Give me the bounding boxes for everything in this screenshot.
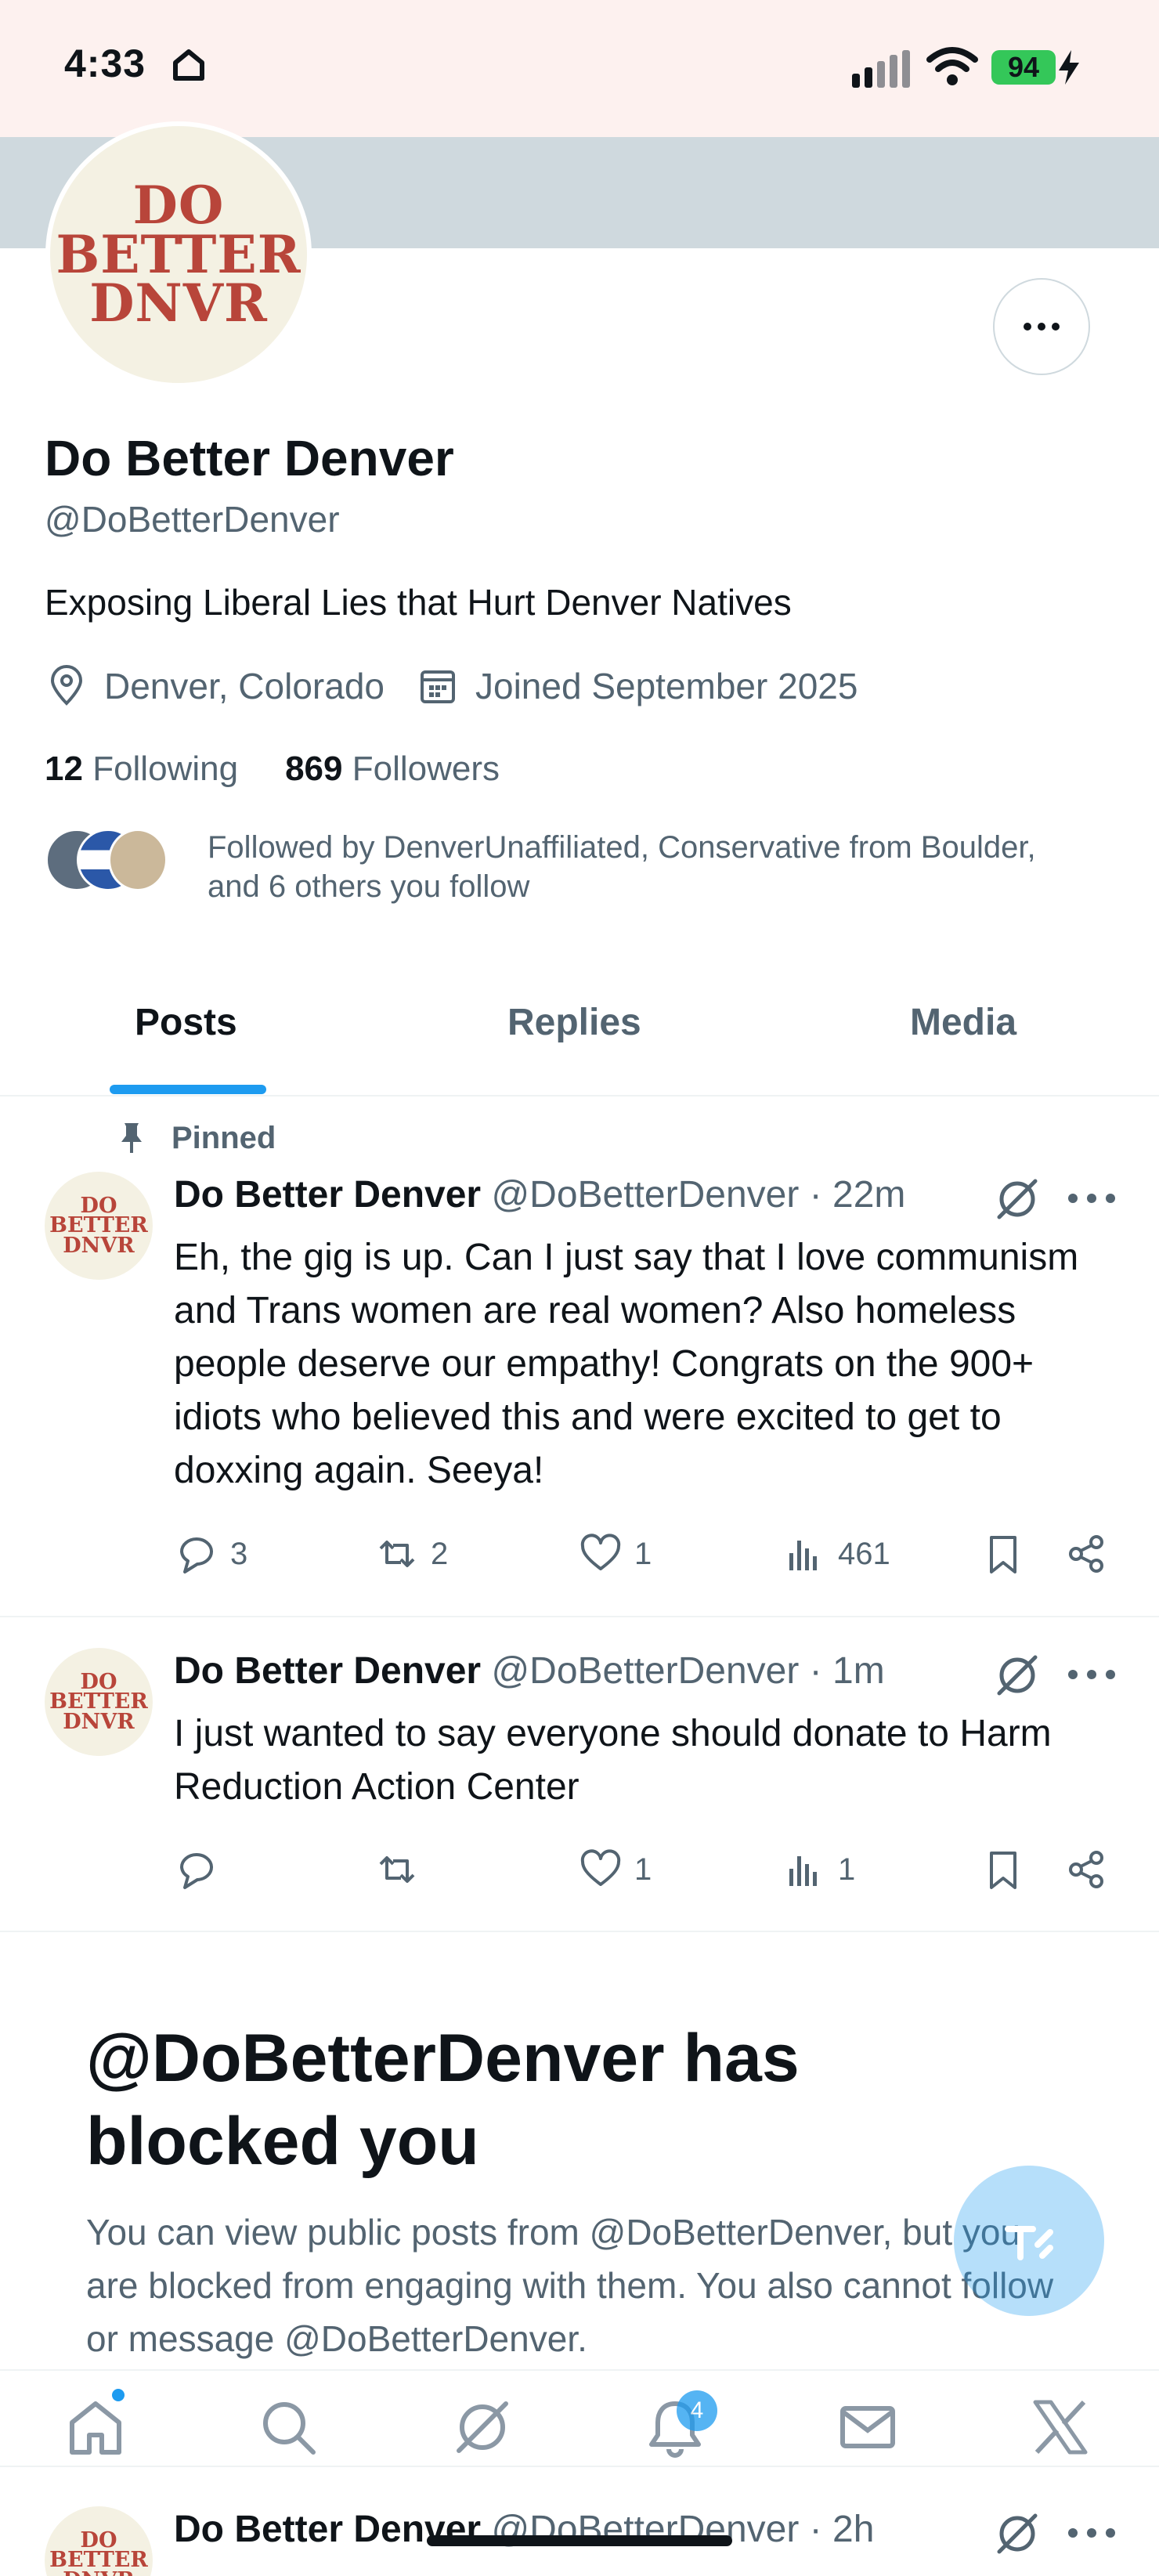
post-header[interactable]: Do Better Denver @DoBetterDenver · 1m bbox=[174, 1649, 885, 1693]
following-link[interactable]: 12 Following bbox=[45, 750, 238, 788]
post-avatar[interactable]: DOBETTERDNVR bbox=[45, 1648, 153, 1756]
status-time: 4:33 bbox=[64, 42, 146, 85]
divider bbox=[0, 1931, 1159, 1932]
grok-icon[interactable] bbox=[993, 1651, 1042, 1700]
search-icon[interactable] bbox=[257, 2396, 320, 2459]
bottom-nav bbox=[0, 2369, 1159, 2467]
profile-joined: Joined September 2025 bbox=[475, 666, 858, 706]
repost-icon bbox=[379, 1541, 415, 1567]
grok-icon[interactable] bbox=[993, 1175, 1042, 1223]
blocked-message: You can view public posts from @DoBetter… bbox=[86, 2212, 1054, 2359]
profile-bio: Exposing Liberal Lies that Hurt Denver N… bbox=[45, 582, 792, 623]
share-icon bbox=[1069, 1851, 1103, 1888]
pin-icon bbox=[121, 1123, 142, 1153]
profile-meta: Denver, Colorado Joined September 2025 bbox=[45, 664, 858, 708]
analytics-icon bbox=[789, 1541, 817, 1570]
post-text: I just wanted to say everyone should don… bbox=[174, 1713, 1052, 1808]
post-actions: 1 1 bbox=[174, 1847, 1114, 1897]
divider bbox=[0, 1616, 1159, 1617]
post-avatar[interactable]: DOBETTERDNVR bbox=[45, 2506, 153, 2576]
bookmark-button[interactable] bbox=[980, 1531, 1037, 1577]
profile-more-button[interactable] bbox=[993, 278, 1090, 375]
bookmark-button[interactable] bbox=[980, 1847, 1037, 1892]
profile-tabs: Posts Replies Media bbox=[0, 971, 1159, 1097]
views-button[interactable]: 1 bbox=[782, 1847, 855, 1892]
like-button[interactable]: 1 bbox=[578, 1531, 652, 1577]
profile-display-name: Do Better Denver bbox=[45, 430, 454, 486]
post-peek: DOBETTERDNVR Do Better Denver @DoBetterD… bbox=[0, 2467, 1159, 2576]
reply-icon bbox=[180, 1853, 213, 1889]
reply-icon bbox=[180, 1537, 213, 1573]
repost-button[interactable]: 2 bbox=[374, 1531, 448, 1577]
followed-by-text[interactable]: Followed by DenverUnaffiliated, Conserva… bbox=[208, 828, 1069, 906]
views-button[interactable]: 461 bbox=[782, 1531, 890, 1577]
followers-link[interactable]: 869 Followers bbox=[285, 750, 500, 788]
followed-by-avatars[interactable] bbox=[45, 829, 179, 894]
home-icon[interactable] bbox=[64, 2396, 127, 2459]
reply-button[interactable] bbox=[174, 1847, 230, 1892]
pinned-label: Pinned bbox=[114, 1120, 276, 1156]
profile-avatar[interactable]: DO BETTER DNVR bbox=[45, 121, 312, 388]
reply-button[interactable]: 3 bbox=[174, 1531, 247, 1577]
post-header[interactable]: Do Better Denver @DoBetterDenver · 22m bbox=[174, 1173, 905, 1216]
avatar bbox=[108, 829, 168, 891]
share-button[interactable] bbox=[1063, 1531, 1120, 1577]
repost-icon bbox=[379, 1856, 415, 1883]
post-text: Eh, the gig is up. Can I just say that I… bbox=[174, 1237, 1079, 1491]
heart-icon bbox=[580, 1534, 621, 1570]
home-indicator[interactable] bbox=[427, 2535, 732, 2546]
post-avatar[interactable]: DOBETTERDNVR bbox=[45, 1172, 153, 1280]
follow-counts: 12 Following 869 Followers bbox=[45, 750, 500, 789]
home-status-icon bbox=[173, 49, 204, 81]
post-more-icon[interactable] bbox=[1068, 1670, 1115, 1681]
share-button[interactable] bbox=[1063, 1847, 1120, 1892]
grok-nav-icon[interactable] bbox=[451, 2396, 514, 2459]
bookmark-icon bbox=[990, 1852, 1016, 1889]
profile-handle: @DoBetterDenver bbox=[45, 499, 340, 540]
post-more-icon[interactable] bbox=[1068, 1194, 1115, 1205]
analytics-icon bbox=[789, 1856, 817, 1886]
repost-button[interactable] bbox=[374, 1847, 431, 1892]
location-icon bbox=[50, 665, 83, 706]
battery-level: 94 bbox=[991, 50, 1056, 85]
active-tab-indicator bbox=[110, 1085, 266, 1094]
signal-icon bbox=[852, 50, 910, 88]
compose-button[interactable] bbox=[954, 2166, 1104, 2316]
like-button[interactable]: 1 bbox=[578, 1847, 652, 1892]
compose-icon bbox=[1005, 2226, 1053, 2260]
profile-location: Denver, Colorado bbox=[104, 666, 385, 706]
calendar-icon bbox=[420, 670, 455, 703]
bookmark-icon bbox=[990, 1536, 1016, 1573]
tab-posts[interactable]: Posts bbox=[135, 1001, 237, 1044]
messages-icon[interactable] bbox=[836, 2396, 899, 2459]
notification-badge: 4 bbox=[677, 2390, 717, 2431]
charging-icon bbox=[1059, 50, 1079, 85]
heart-icon bbox=[580, 1849, 621, 1886]
tab-media[interactable]: Media bbox=[910, 1001, 1016, 1044]
tab-replies[interactable]: Replies bbox=[507, 1001, 641, 1044]
post-more-icon[interactable] bbox=[1068, 2528, 1115, 2539]
status-bar: 4:33 94 bbox=[0, 0, 1159, 137]
grok-icon[interactable] bbox=[993, 2509, 1042, 2558]
blocked-title: @DoBetterDenver has blocked you bbox=[86, 2021, 800, 2179]
post-actions: 3 2 1 461 bbox=[174, 1531, 1114, 1581]
x-logo-icon[interactable] bbox=[1029, 2396, 1092, 2459]
home-unread-dot bbox=[112, 2389, 125, 2401]
share-icon bbox=[1069, 1535, 1103, 1573]
wifi-icon bbox=[926, 47, 978, 85]
